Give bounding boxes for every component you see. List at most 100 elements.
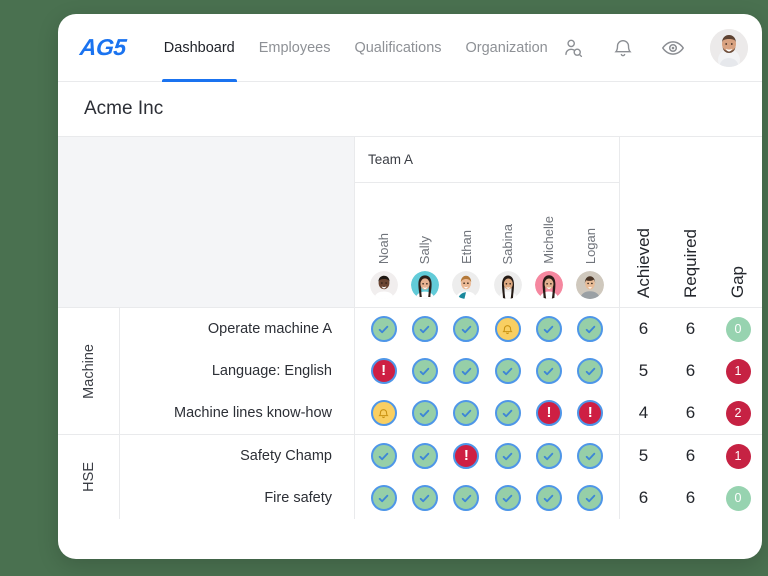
status-ok-icon[interactable] — [453, 358, 479, 384]
status-ok-icon[interactable] — [412, 485, 438, 511]
status-cells: ! — [355, 350, 620, 392]
group-machine: Machine Operate machine A 6 6 — [58, 308, 762, 435]
achieved-value: 5 — [620, 350, 667, 392]
gap-cell: 2 — [714, 392, 762, 434]
gap-badge: 2 — [726, 401, 751, 426]
person-name: Sally — [417, 236, 432, 264]
status-error-icon[interactable]: ! — [371, 358, 397, 384]
person-avatar — [452, 271, 480, 299]
status-warning-bell-icon[interactable] — [371, 400, 397, 426]
skills-matrix: Team A Noah — [58, 137, 762, 519]
status-ok-icon[interactable] — [536, 443, 562, 469]
achieved-value: 4 — [620, 392, 667, 434]
status-ok-icon[interactable] — [577, 316, 603, 342]
person-header-sabina[interactable]: Sabina — [490, 224, 526, 299]
column-header-gap: Gap — [714, 137, 762, 307]
achieved-value: 6 — [620, 308, 667, 350]
status-ok-icon[interactable] — [371, 316, 397, 342]
status-cells — [355, 477, 620, 519]
status-ok-icon[interactable] — [495, 485, 521, 511]
person-header-michelle[interactable]: Michelle — [531, 216, 567, 299]
status-ok-icon[interactable] — [453, 485, 479, 511]
person-search-icon[interactable] — [560, 35, 586, 61]
status-ok-icon[interactable] — [371, 485, 397, 511]
table-row: Fire safety 6 6 0 — [120, 477, 762, 519]
status-error-icon[interactable]: ! — [536, 400, 562, 426]
status-error-icon[interactable]: ! — [453, 443, 479, 469]
skill-name: Language: English — [120, 350, 355, 392]
person-name: Logan — [583, 228, 598, 264]
status-ok-icon[interactable] — [495, 400, 521, 426]
status-cells — [355, 308, 620, 350]
person-name: Sabina — [500, 224, 515, 264]
table-row: Safety Champ ! 5 6 1 — [120, 435, 762, 477]
status-ok-icon[interactable] — [495, 443, 521, 469]
category-label-hse: HSE — [58, 435, 120, 519]
category-text: Machine — [81, 344, 97, 399]
nav-tab-dashboard[interactable]: Dashboard — [152, 14, 247, 82]
person-header-ethan[interactable]: Ethan — [448, 230, 484, 299]
bell-icon[interactable] — [610, 35, 636, 61]
nav-tab-qualifications[interactable]: Qualifications — [342, 14, 453, 82]
person-avatar — [576, 271, 604, 299]
person-header-sally[interactable]: Sally — [407, 236, 443, 299]
status-ok-icon[interactable] — [577, 443, 603, 469]
required-value: 6 — [667, 308, 714, 350]
skill-name: Machine lines know-how — [120, 392, 355, 434]
status-ok-icon[interactable] — [412, 400, 438, 426]
status-warning-bell-icon[interactable] — [495, 316, 521, 342]
header-spacer-skill — [120, 137, 355, 307]
person-name: Noah — [376, 233, 391, 264]
gap-cell: 0 — [714, 308, 762, 350]
status-error-icon[interactable]: ! — [577, 400, 603, 426]
person-header-noah[interactable]: Noah — [366, 233, 402, 299]
status-ok-icon[interactable] — [412, 316, 438, 342]
status-ok-icon[interactable] — [453, 400, 479, 426]
group-hse: HSE Safety Champ ! 5 6 — [58, 435, 762, 519]
nav-tab-organization[interactable]: Organization — [454, 14, 560, 82]
required-value: 6 — [667, 350, 714, 392]
person-avatar — [411, 271, 439, 299]
person-name: Ethan — [459, 230, 474, 264]
nav-tab-employees[interactable]: Employees — [247, 14, 343, 82]
gap-badge: 0 — [726, 317, 751, 342]
matrix-header-row: Team A Noah — [58, 137, 762, 308]
gap-cell: 0 — [714, 477, 762, 519]
person-header-logan[interactable]: Logan — [572, 228, 608, 299]
status-ok-icon[interactable] — [577, 358, 603, 384]
eye-icon[interactable] — [660, 35, 686, 61]
gap-cell: 1 — [714, 350, 762, 392]
status-ok-icon[interactable] — [536, 485, 562, 511]
status-ok-icon[interactable] — [412, 358, 438, 384]
team-label: Team A — [355, 137, 619, 183]
person-avatar — [370, 271, 398, 299]
status-ok-icon[interactable] — [495, 358, 521, 384]
user-avatar[interactable] — [710, 29, 748, 67]
person-avatar — [535, 271, 563, 299]
skill-name: Operate machine A — [120, 308, 355, 350]
gap-badge: 1 — [726, 359, 751, 384]
page-title: Acme Inc — [58, 82, 762, 137]
status-ok-icon[interactable] — [536, 358, 562, 384]
required-value: 6 — [667, 392, 714, 434]
category-text: HSE — [81, 462, 97, 492]
status-ok-icon[interactable] — [371, 443, 397, 469]
skill-name: Safety Champ — [120, 435, 355, 477]
status-cells: ! — [355, 435, 620, 477]
status-ok-icon[interactable] — [412, 443, 438, 469]
team-column-header: Team A Noah — [355, 137, 620, 307]
column-header-required-label: Required — [681, 229, 701, 298]
ag5-logo[interactable]: AG5 — [79, 34, 128, 61]
gap-badge: 0 — [726, 486, 751, 511]
required-value: 6 — [667, 477, 714, 519]
status-ok-icon[interactable] — [577, 485, 603, 511]
skill-name: Fire safety — [120, 477, 355, 519]
status-ok-icon[interactable] — [453, 316, 479, 342]
column-header-required: Required — [667, 137, 714, 307]
achieved-value: 6 — [620, 477, 667, 519]
status-ok-icon[interactable] — [536, 316, 562, 342]
table-row: Operate machine A 6 6 0 — [120, 308, 762, 350]
header-spacer-category — [58, 137, 120, 307]
person-avatar — [494, 271, 522, 299]
column-header-achieved-label: Achieved — [634, 228, 654, 298]
